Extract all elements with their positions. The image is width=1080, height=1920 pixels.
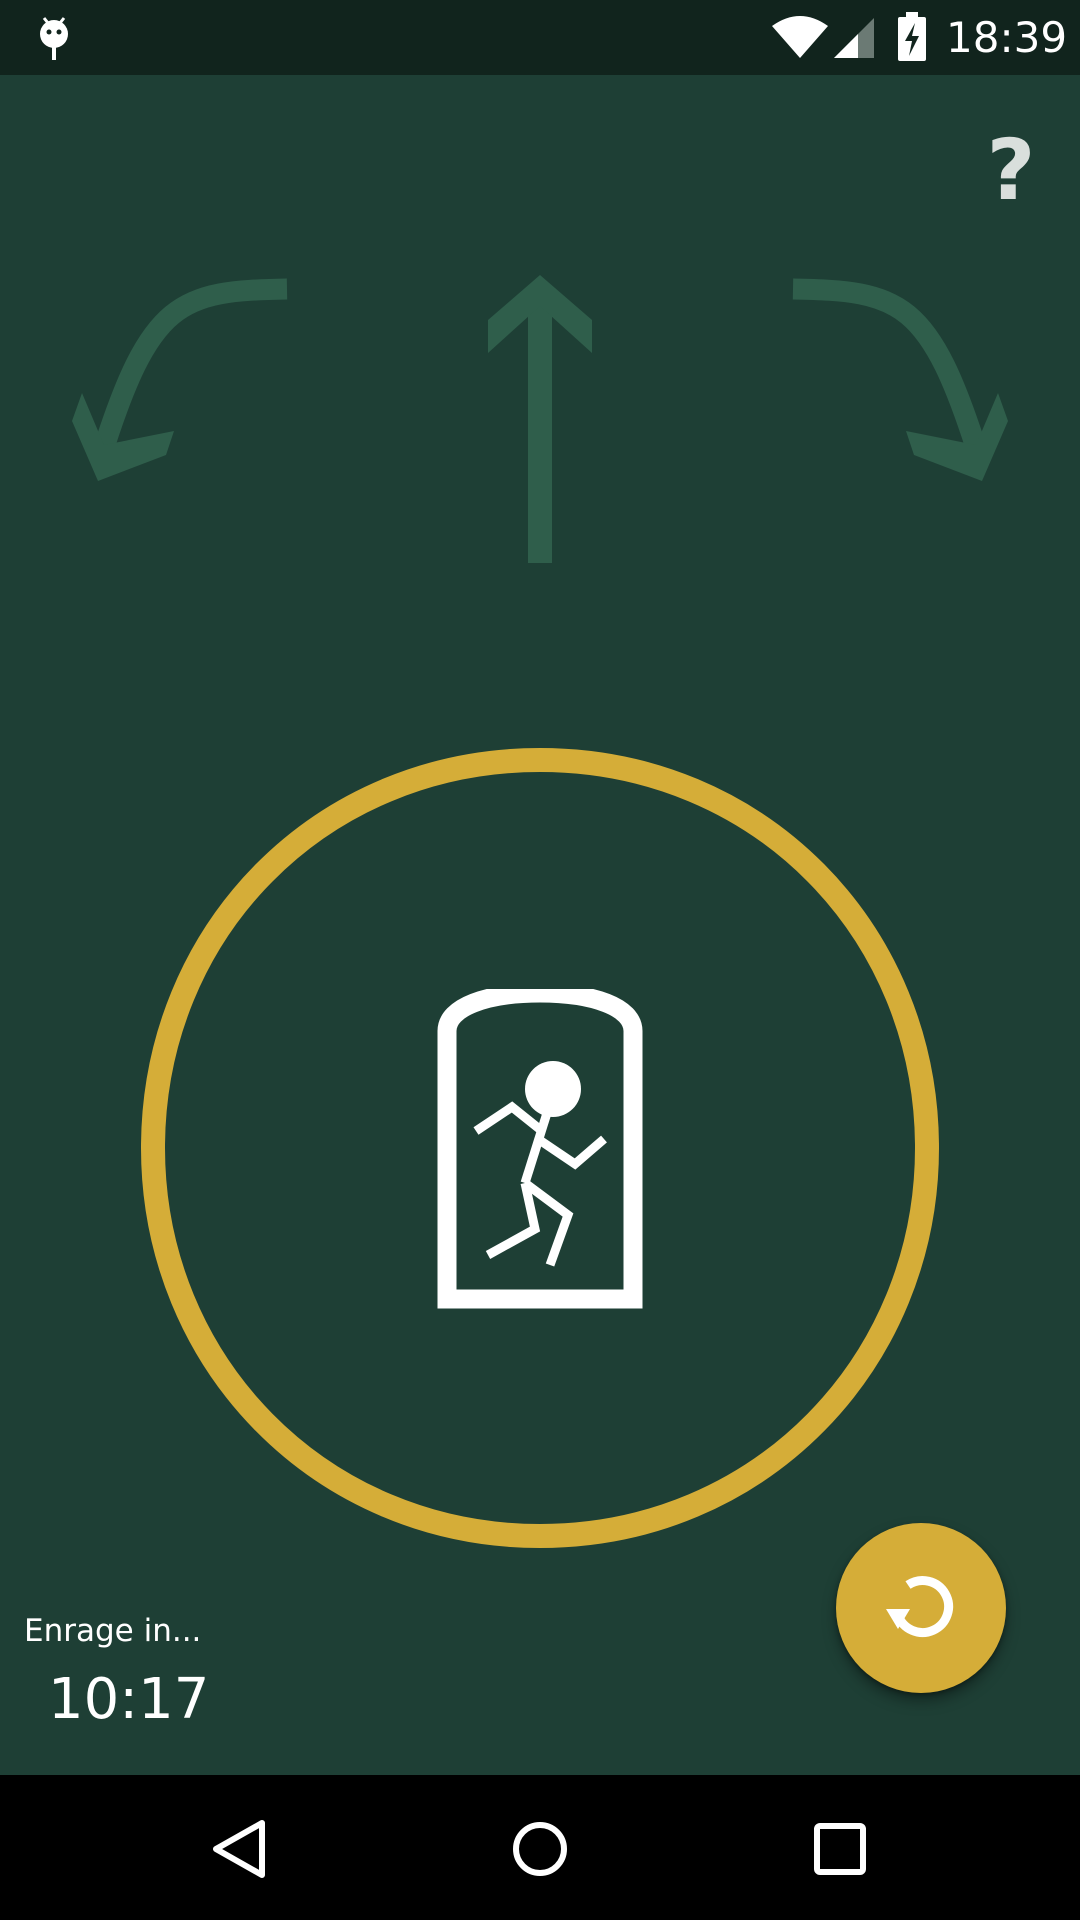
wifi-icon	[772, 16, 828, 58]
status-clock: 18:39	[946, 13, 1068, 62]
battery-charging-icon	[898, 12, 926, 61]
signal-icon	[834, 18, 874, 58]
curved-arrow-left-down-icon[interactable]	[72, 278, 288, 481]
status-bar: 18:39	[0, 0, 1080, 75]
navigation-bar	[0, 1775, 1080, 1920]
debug-icon	[40, 17, 68, 60]
direction-arrows	[72, 275, 1008, 563]
recents-icon[interactable]	[810, 1819, 870, 1879]
reset-button[interactable]	[836, 1523, 1006, 1693]
back-icon[interactable]	[210, 1819, 270, 1879]
curved-arrow-right-down-icon[interactable]	[792, 278, 1008, 481]
home-icon[interactable]	[510, 1819, 570, 1879]
game-screen: ? Enrage in... 10:17	[0, 75, 1080, 1775]
enrage-timer: 10:17	[48, 1667, 210, 1732]
running-figure-in-doorway-icon	[437, 989, 643, 1309]
enrage-label: Enrage in...	[24, 1613, 202, 1649]
arrow-up-icon[interactable]	[488, 275, 592, 563]
refresh-icon	[886, 1576, 953, 1637]
